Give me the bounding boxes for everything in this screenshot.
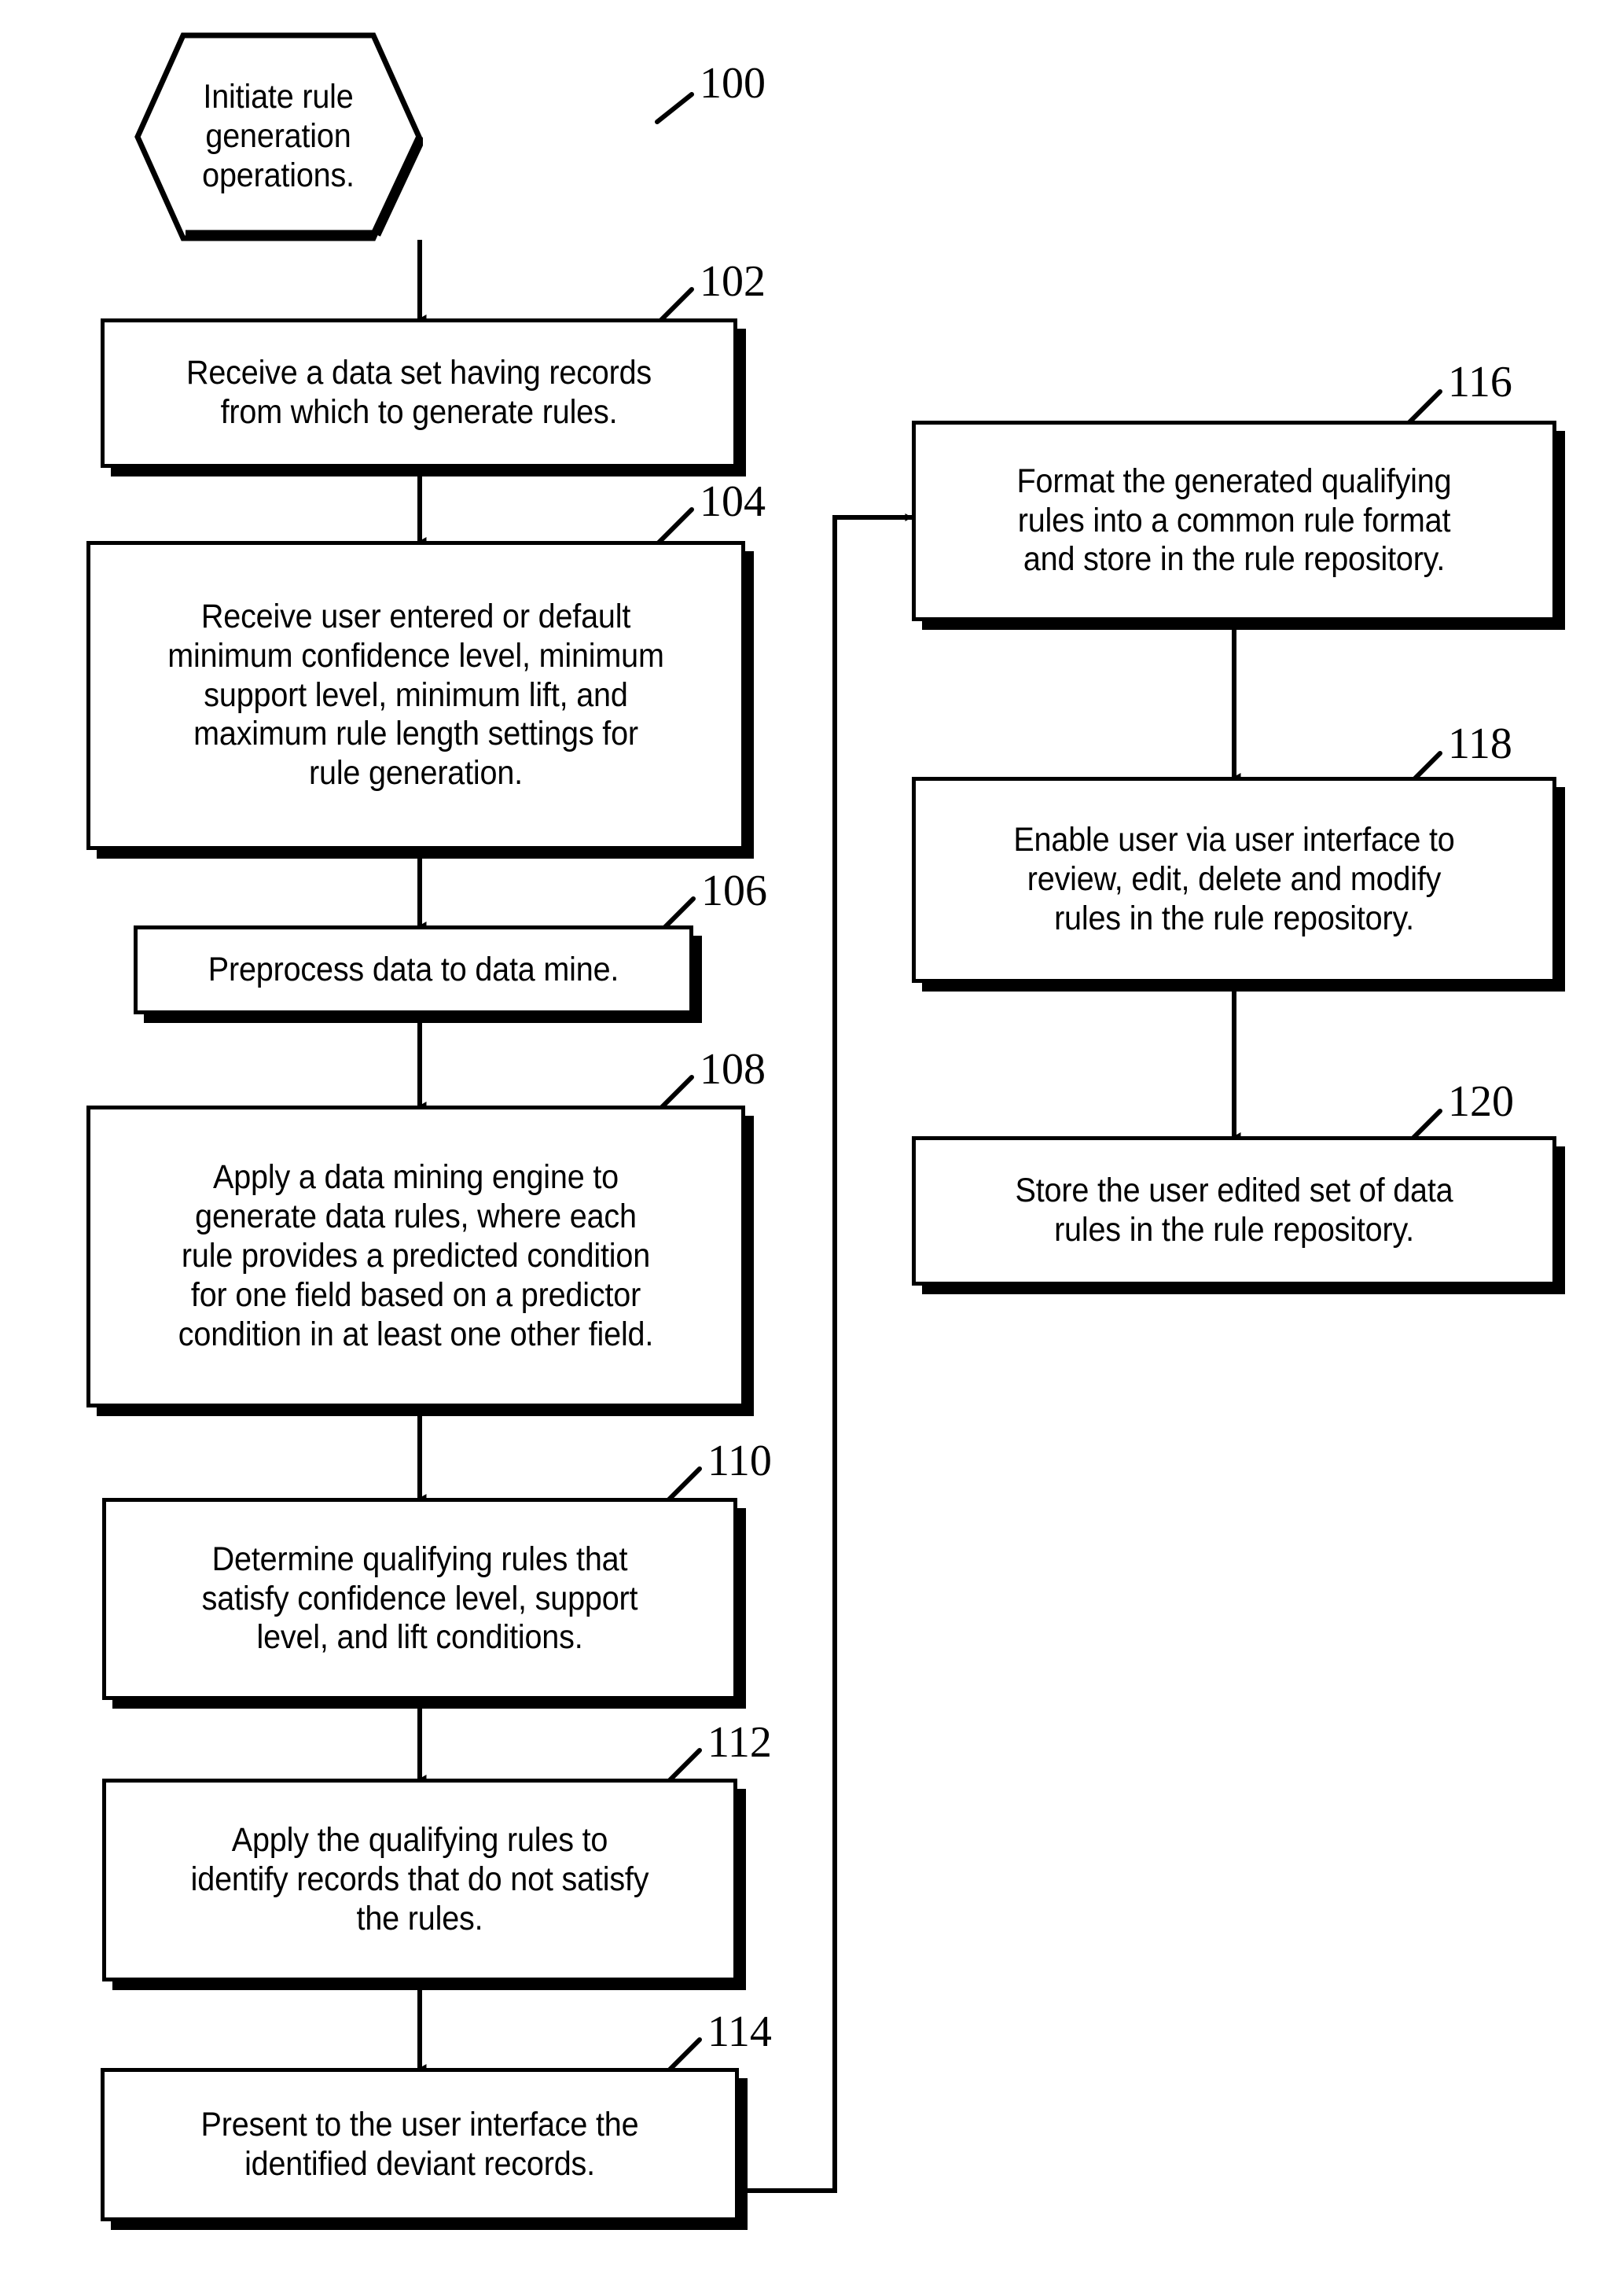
node-receive-settings-label: Receive user entered or default minimum … xyxy=(167,597,664,793)
node-receive-settings[interactable]: Receive user entered or default minimum … xyxy=(86,541,745,850)
node-apply-mining-engine-label: Apply a data mining engine to generate d… xyxy=(178,1158,654,1353)
node-enable-user-review[interactable]: Enable user via user interface to review… xyxy=(912,777,1556,983)
node-apply-qualifying-rules[interactable]: Apply the qualifying rules to identify r… xyxy=(102,1779,737,1981)
node-format-and-store-label: Format the generated qualifying rules in… xyxy=(1016,462,1452,579)
leader-110 xyxy=(664,1466,702,1504)
leader-100 xyxy=(655,92,694,124)
ref-label-100: 100 xyxy=(700,59,766,108)
node-enable-user-review-label: Enable user via user interface to review… xyxy=(1013,821,1455,937)
edge-114-to-116 xyxy=(739,513,913,2193)
leader-102 xyxy=(656,287,694,325)
leader-104 xyxy=(656,507,694,545)
ref-label-120: 120 xyxy=(1448,1077,1514,1126)
ref-label-112: 112 xyxy=(707,1718,772,1767)
node-receive-data-set[interactable]: Receive a data set having records from w… xyxy=(101,318,737,468)
node-present-deviant-records-label: Present to the user interface the identi… xyxy=(200,2105,639,2183)
ref-label-110: 110 xyxy=(707,1437,772,1485)
ref-label-108: 108 xyxy=(700,1045,766,1094)
ref-label-118: 118 xyxy=(1448,719,1512,768)
node-apply-mining-engine[interactable]: Apply a data mining engine to generate d… xyxy=(86,1106,745,1407)
node-store-edited-rules[interactable]: Store the user edited set of data rules … xyxy=(912,1136,1556,1286)
node-receive-data-set-label: Receive a data set having records from w… xyxy=(186,354,652,431)
ref-label-116: 116 xyxy=(1448,358,1512,407)
node-apply-qualifying-rules-label: Apply the qualifying rules to identify r… xyxy=(190,1821,649,1937)
ref-label-104: 104 xyxy=(700,477,766,526)
node-preprocess-data-label: Preprocess data to data mine. xyxy=(208,950,619,988)
node-determine-qualifying-rules-label: Determine qualifying rules that satisfy … xyxy=(201,1540,638,1657)
node-store-edited-rules-label: Store the user edited set of data rules … xyxy=(1015,1172,1453,1249)
node-determine-qualifying-rules[interactable]: Determine qualifying rules that satisfy … xyxy=(102,1498,737,1700)
node-start[interactable]: Initiate rule generation operations. xyxy=(134,31,423,242)
ref-label-106: 106 xyxy=(701,867,767,915)
node-format-and-store[interactable]: Format the generated qualifying rules in… xyxy=(912,421,1556,621)
node-preprocess-data[interactable]: Preprocess data to data mine. xyxy=(134,925,693,1014)
node-start-label: Initiate rule generation operations. xyxy=(202,78,355,194)
flowchart-canvas: Initiate rule generation operations. 100… xyxy=(0,0,1624,2296)
node-present-deviant-records[interactable]: Present to the user interface the identi… xyxy=(101,2068,739,2221)
leader-116 xyxy=(1405,389,1442,427)
ref-label-102: 102 xyxy=(700,257,766,306)
ref-label-114: 114 xyxy=(707,2007,772,2056)
